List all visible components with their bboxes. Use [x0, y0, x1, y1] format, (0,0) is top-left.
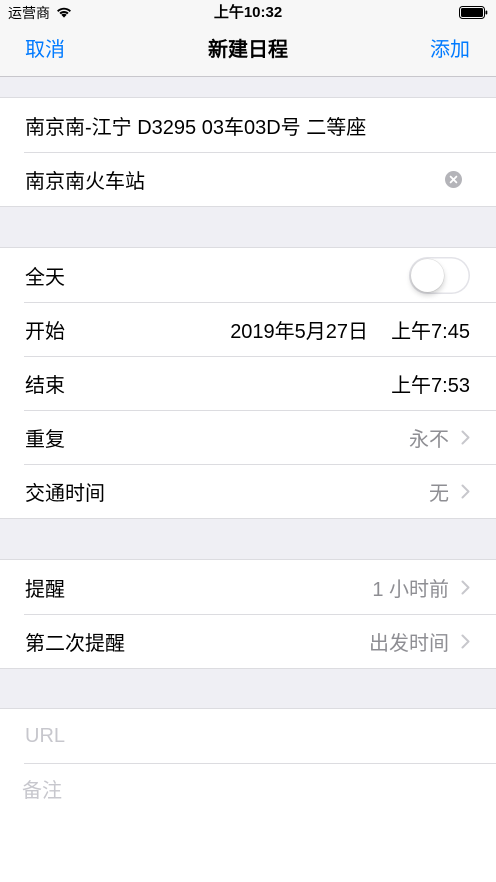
section-spacer [0, 668, 496, 709]
url-row [0, 709, 496, 763]
notes-row [0, 763, 496, 882]
location-row [0, 152, 496, 206]
battery-icon [459, 6, 488, 19]
add-button[interactable]: 添加 [430, 25, 470, 76]
travel-time-label: 交通时间 [25, 482, 105, 505]
chevron-right-icon [461, 580, 470, 595]
toggle-knob [411, 258, 444, 292]
alert-value: 1 小时前 [372, 578, 449, 601]
all-day-toggle[interactable] [409, 256, 470, 294]
section-spacer [0, 206, 496, 248]
event-details-section [0, 98, 496, 206]
repeat-label: 重复 [25, 428, 65, 451]
cancel-button[interactable]: 取消 [25, 25, 65, 76]
start-row[interactable]: 开始 2019年5月27日 上午7:45 [0, 302, 496, 356]
chevron-right-icon [461, 430, 470, 445]
title-row [0, 98, 496, 152]
second-alert-row[interactable]: 第二次提醒 出发时间 [0, 614, 496, 668]
status-bar: 运营商 上午10:32 [0, 0, 496, 25]
alerts-section: 提醒 1 小时前 第二次提醒 出发时间 [0, 560, 496, 668]
wifi-icon [56, 6, 72, 18]
start-date: 2019年5月27日 [230, 320, 369, 343]
event-title-field[interactable] [25, 110, 470, 140]
url-field[interactable] [25, 721, 470, 751]
notes-field[interactable] [0, 763, 496, 882]
start-datetime: 2019年5月27日 上午7:45 [230, 315, 470, 344]
page-title: 新建日程 [208, 39, 288, 61]
carrier-name: 运营商 [8, 5, 50, 21]
repeat-row[interactable]: 重复 永不 [0, 410, 496, 464]
end-label: 结束 [25, 374, 65, 397]
section-spacer [0, 518, 496, 560]
alert-row[interactable]: 提醒 1 小时前 [0, 560, 496, 614]
all-day-row: 全天 [0, 248, 496, 302]
all-day-label: 全天 [25, 266, 65, 289]
second-alert-label: 第二次提醒 [25, 632, 125, 655]
start-time: 上午7:45 [391, 320, 470, 343]
start-label: 开始 [25, 320, 65, 343]
chevron-right-icon [461, 634, 470, 649]
end-row[interactable]: 结束 上午7:53 [0, 356, 496, 410]
clear-icon[interactable] [445, 170, 462, 188]
repeat-value: 永不 [409, 428, 449, 451]
timing-section: 全天 开始 2019年5月27日 上午7:45 结束 上午7:53 重复 永不 … [0, 248, 496, 518]
notes-section [0, 709, 496, 882]
navigation-bar: 取消 新建日程 添加 [0, 25, 496, 77]
travel-time-value: 无 [429, 482, 449, 505]
second-alert-value: 出发时间 [369, 632, 449, 655]
status-time: 上午10:32 [213, 4, 283, 21]
end-datetime: 上午7:53 [391, 369, 470, 398]
chevron-right-icon [461, 484, 470, 499]
end-time: 上午7:53 [391, 374, 470, 397]
alert-label: 提醒 [25, 578, 65, 601]
travel-time-row[interactable]: 交通时间 无 [0, 464, 496, 518]
location-field[interactable] [25, 164, 435, 194]
section-spacer [0, 77, 496, 98]
battery-fill [461, 8, 483, 17]
